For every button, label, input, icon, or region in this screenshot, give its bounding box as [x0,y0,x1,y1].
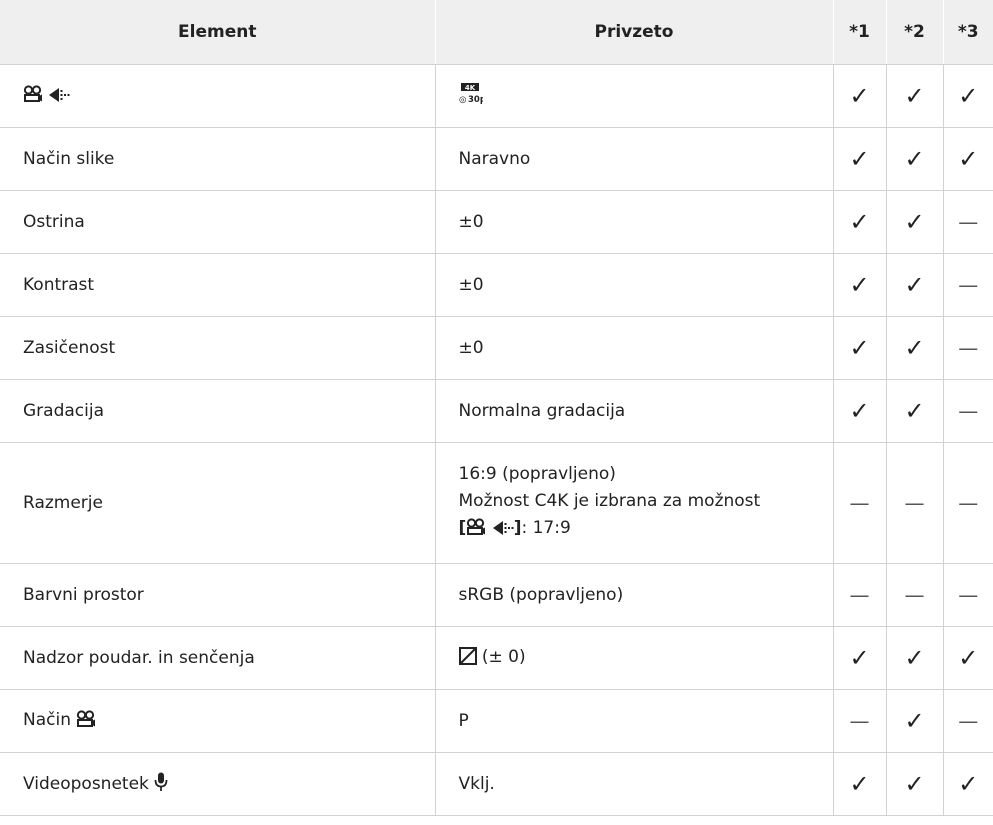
value-cell: P [434,689,833,753]
mark-cell: ✓ [832,190,886,254]
mark-cell: ✓ [885,379,943,443]
header-col-3: *3 [942,0,993,65]
mark-cell: ✓ [942,626,993,690]
element-cell: Zasičenost [0,316,435,380]
value-cell: (± 0) [434,626,833,690]
header-col-1: *1 [832,0,886,65]
settings-table: Element Privzeto *1 *2 *3 4K ◎ 30p ✓ ✓ ✓ N… [0,0,993,816]
mark-cell: — [942,689,993,753]
mark-cell: — [942,316,993,380]
value-text: (± 0) [481,646,526,667]
table-row: Nadzor poudar. in senčenja (± 0) ✓ ✓ ✓ [0,626,993,690]
value-cell: ±0 [434,190,833,254]
header-element: Element [0,0,435,65]
svg-text:◎: ◎ [459,95,466,105]
movie-camera-icon [76,709,96,733]
svg-text:30p: 30p [468,95,483,105]
header-row: Element Privzeto *1 *2 *3 [0,0,993,65]
mark-cell: ✓ [885,190,943,254]
mark-cell: ✓ [885,127,943,191]
element-cell: Način [0,689,435,753]
table-row: 4K ◎ 30p ✓ ✓ ✓ [0,64,993,128]
mark-cell: ✓ [832,316,886,380]
table-row: Razmerje 16:9 (popravljeno) Možnost C4K … [0,442,993,564]
table-row: Način P — ✓ — [0,689,993,753]
mark-cell: ✓ [885,626,943,690]
value-line: [ ]: 17:9 [459,515,833,545]
value-cell: 4K ◎ 30p [434,64,833,128]
svg-text:4K: 4K [464,84,475,92]
element-text: Način [23,709,71,730]
mark-cell: — [885,442,943,564]
mark-cell: ✓ [832,626,886,690]
value-cell: ±0 [434,253,833,317]
mark-cell: ✓ [885,253,943,317]
table-row: Barvni prostor sRGB (popravljeno) — — — [0,563,993,627]
highlight-shadow-icon [458,646,477,670]
mark-cell: — [832,563,886,627]
element-cell: Nadzor poudar. in senčenja [0,626,435,690]
table-row: Gradacija Normalna gradacija ✓ ✓ — [0,379,993,443]
microphone-icon [154,772,168,797]
mark-cell: ✓ [942,64,993,128]
mark-cell: ✓ [885,752,943,816]
mark-cell: — [942,442,993,564]
4k-30p-badge-icon: 4K ◎ 30p [459,82,485,110]
value-cell: sRGB (popravljeno) [434,563,833,627]
value-cell: Naravno [434,127,833,191]
movie-camera-icon [466,518,486,545]
value-cell: Vklj. [434,752,833,816]
mark-cell: — [885,563,943,627]
element-cell: Razmerje [0,442,435,564]
element-cell: Gradacija [0,379,435,443]
table-row: Kontrast ±0 ✓ ✓ — [0,253,993,317]
mark-cell: ✓ [885,689,943,753]
element-cell: Barvni prostor [0,563,435,627]
mark-cell: — [942,563,993,627]
mark-cell: ✓ [885,316,943,380]
mark-cell: ✓ [885,64,943,128]
mark-cell: — [942,253,993,317]
value-line: 16:9 (popravljeno) [458,464,616,484]
movie-quality-icon [492,518,514,545]
mark-cell: ✓ [832,64,886,128]
table-row: Zasičenost ±0 ✓ ✓ — [0,316,993,380]
mark-cell: ✓ [832,127,886,191]
value-cell: Normalna gradacija [434,379,833,443]
table-row: Videoposnetek Vklj. ✓ ✓ ✓ [0,752,993,816]
mark-cell: — [942,379,993,443]
element-cell: Kontrast [0,253,435,317]
bracket-open: [ [458,518,467,538]
value-line: Možnost C4K je izbrana za možnost [458,491,761,511]
element-cell: Videoposnetek [0,752,435,816]
mark-cell: ✓ [832,379,886,443]
value-cell: 16:9 (popravljeno) Možnost C4K je izbran… [434,442,833,564]
element-cell: Ostrina [0,190,435,254]
movie-quality-icon [48,87,70,108]
value-suffix: : 17:9 [521,518,571,538]
mark-cell: ✓ [832,253,886,317]
table-row: Ostrina ±0 ✓ ✓ — [0,190,993,254]
mark-cell: ✓ [942,752,993,816]
mark-cell: — [942,190,993,254]
table-row: Način slike Naravno ✓ ✓ ✓ [0,127,993,191]
element-cell: Način slike [0,127,435,191]
element-cell [0,64,435,128]
movie-camera-icon [23,84,43,108]
value-cell: ±0 [434,316,833,380]
header-default: Privzeto [434,0,833,65]
mark-cell: ✓ [832,752,886,816]
mark-cell: — [832,442,886,564]
header-col-2: *2 [885,0,943,65]
mark-cell: ✓ [942,127,993,191]
element-text: Videoposnetek [23,773,149,794]
mark-cell: — [832,689,886,753]
